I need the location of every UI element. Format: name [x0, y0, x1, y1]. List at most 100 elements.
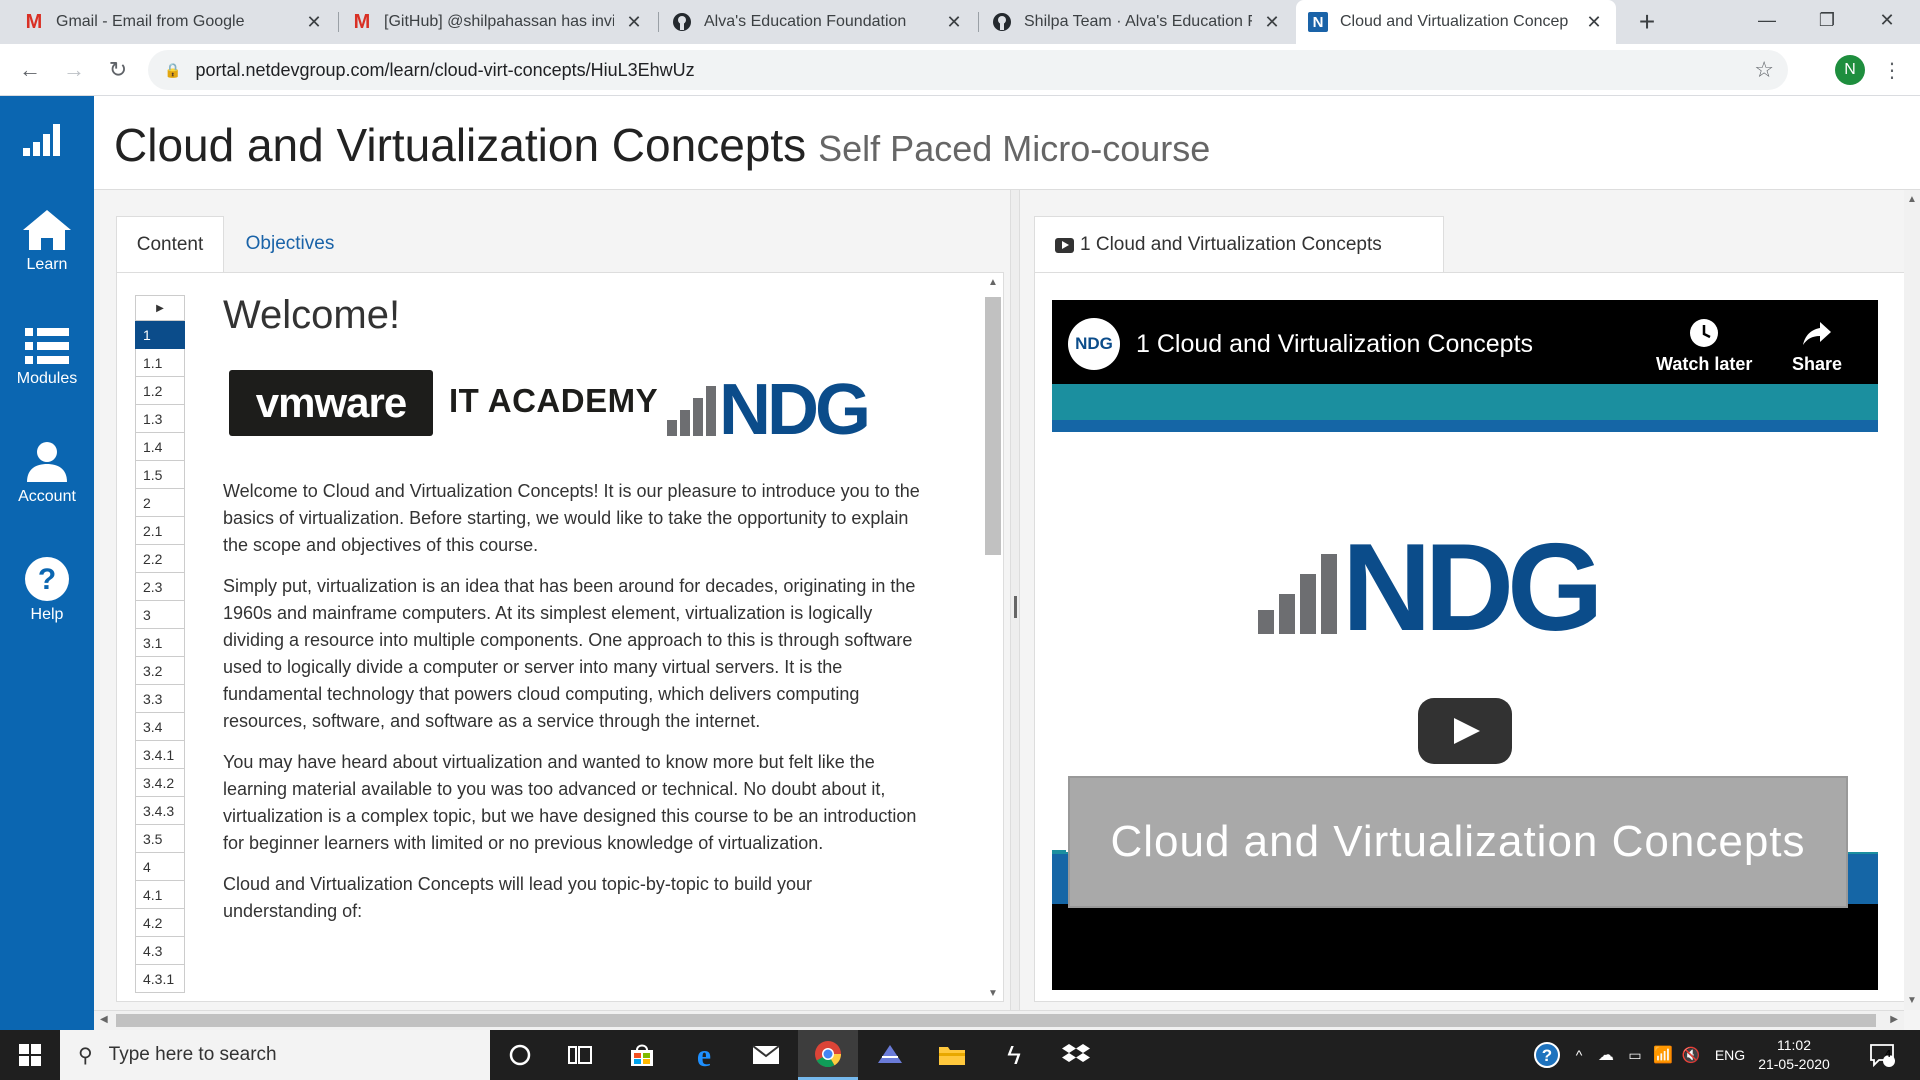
toc-item[interactable]: 3.4.3	[135, 797, 185, 825]
github-icon	[672, 12, 692, 32]
reload-button[interactable]: ↻	[102, 54, 134, 86]
sidebar-item-help[interactable]: ? Help	[0, 556, 94, 624]
sidebar-item-account[interactable]: Account	[0, 440, 94, 506]
toc-item[interactable]: 1.2	[135, 377, 185, 405]
lesson-body: ▶ 1 1.1 1.2 1.3 1.4 1.5 2 2.1 2.2 2.3 3 3.1 3.2 3.3 3.…	[116, 272, 1004, 1002]
toc-item[interactable]: 3.5	[135, 825, 185, 853]
language-indicator[interactable]: ENG	[1708, 1030, 1752, 1080]
tab-video[interactable]: 1 Cloud and Virtualization Concepts	[1034, 216, 1444, 273]
browser-tab-gmail[interactable]: M Gmail - Email from Google ✕	[12, 0, 336, 44]
sidebar-item-learn[interactable]: Learn	[0, 208, 94, 274]
forward-button[interactable]: →	[58, 54, 90, 86]
file-explorer-button[interactable]	[922, 1030, 982, 1080]
browser-tab-shilpa-team[interactable]: Shilpa Team · Alva's Education Fo ✕	[980, 0, 1294, 44]
network-icon[interactable]: 📶	[1650, 1030, 1676, 1080]
toc-item[interactable]: 4.3	[135, 937, 185, 965]
toc-item[interactable]: 4.2	[135, 909, 185, 937]
play-button[interactable]	[1418, 698, 1512, 764]
close-icon[interactable]: ✕	[1584, 12, 1604, 33]
toc-item[interactable]: 1.4	[135, 433, 185, 461]
action-center-button[interactable]: 4	[1862, 1030, 1902, 1080]
toc-item[interactable]: 2	[135, 489, 185, 517]
volume-muted-icon[interactable]: 🔇	[1678, 1030, 1704, 1080]
scroll-down-icon[interactable]: ▼	[985, 988, 1001, 999]
store-button[interactable]	[612, 1030, 672, 1080]
toc-item[interactable]: 3.3	[135, 685, 185, 713]
toc-item[interactable]: 3.2	[135, 657, 185, 685]
toc-item[interactable]: 3.4	[135, 713, 185, 741]
help-tray-button[interactable]: ?	[1530, 1030, 1564, 1080]
scroll-down-icon[interactable]: ▼	[1904, 995, 1920, 1006]
scroll-right-icon[interactable]: ▶	[1890, 1014, 1898, 1025]
lesson-scrollbar[interactable]: ▲ ▼	[983, 277, 1001, 999]
toc-item[interactable]: 4.1	[135, 881, 185, 909]
video-title[interactable]: 1 Cloud and Virtualization Concepts	[1136, 330, 1533, 359]
scroll-up-icon[interactable]: ▲	[1904, 194, 1920, 205]
browser-menu-icon[interactable]: ⋮	[1880, 54, 1904, 86]
vmware-logo: vmware	[229, 370, 433, 436]
toc-item[interactable]: 4	[135, 853, 185, 881]
cortana-button[interactable]	[490, 1030, 550, 1080]
bookmark-star-icon[interactable]: ☆	[1754, 57, 1774, 83]
close-icon[interactable]: ✕	[944, 12, 964, 33]
task-view-button[interactable]	[550, 1030, 610, 1080]
toc-toggle-button[interactable]: ▶	[135, 295, 185, 321]
close-icon[interactable]: ✕	[304, 12, 324, 33]
app-button[interactable]	[860, 1030, 920, 1080]
sidebar-item-modules[interactable]: Modules	[0, 326, 94, 388]
panel-splitter[interactable]	[1010, 190, 1020, 1010]
scrollbar-thumb[interactable]	[985, 297, 1001, 555]
minimize-button[interactable]: —	[1738, 0, 1796, 40]
toc-item[interactable]: 1.3	[135, 405, 185, 433]
channel-avatar[interactable]: NDG	[1068, 318, 1120, 370]
tab-title: Cloud and Virtualization Concep	[1340, 13, 1569, 30]
browser-tab-alvas[interactable]: Alva's Education Foundation ✕	[660, 0, 976, 44]
toc-item[interactable]: 1	[135, 321, 185, 349]
toc-item[interactable]: 3.4.2	[135, 769, 185, 797]
close-icon[interactable]: ✕	[624, 12, 644, 33]
winscp-button[interactable]: ϟ	[984, 1030, 1044, 1080]
restore-button[interactable]: ❐	[1798, 0, 1856, 40]
address-bar[interactable]: 🔒 portal.netdevgroup.com/learn/cloud-vir…	[148, 50, 1788, 90]
onedrive-tray-icon[interactable]: ☁	[1592, 1030, 1620, 1080]
share-button[interactable]: Share	[1792, 318, 1842, 375]
ndg-bars-logo-icon[interactable]	[22, 118, 62, 163]
toc-item[interactable]: 1.5	[135, 461, 185, 489]
tab-objectives[interactable]: Objectives	[230, 216, 350, 272]
toc-item[interactable]: 3.4.1	[135, 741, 185, 769]
close-icon[interactable]: ✕	[1262, 12, 1282, 33]
scroll-left-icon[interactable]: ◀	[100, 1014, 108, 1025]
toc-item[interactable]: 2.2	[135, 545, 185, 573]
dropbox-icon	[1062, 1044, 1090, 1062]
toc-item[interactable]: 2.3	[135, 573, 185, 601]
chrome-button[interactable]	[798, 1030, 858, 1080]
tab-content[interactable]: Content	[116, 216, 224, 273]
video-player[interactable]: NDG 1 Cloud and Virtualization Concepts …	[1052, 300, 1878, 990]
scroll-up-icon[interactable]: ▲	[985, 277, 1001, 288]
youtube-icon	[1055, 237, 1074, 253]
scrollbar-thumb[interactable]	[116, 1014, 1876, 1027]
close-window-button[interactable]: ✕	[1858, 0, 1916, 40]
watch-later-button[interactable]: Watch later	[1656, 318, 1752, 375]
toc-item[interactable]: 3.1	[135, 629, 185, 657]
profile-avatar[interactable]: N	[1835, 55, 1865, 85]
toc-item[interactable]: 4.3.1	[135, 965, 185, 993]
show-hidden-icons-button[interactable]: ^	[1568, 1030, 1590, 1080]
page-scrollbar[interactable]: ▲ ▼	[1904, 190, 1920, 1010]
mail-button[interactable]	[736, 1030, 796, 1080]
browser-tab-github-invite[interactable]: M [GitHub] @shilpahassan has invi ✕	[340, 0, 656, 44]
browser-tab-cloud-virt[interactable]: N Cloud and Virtualization Concep ✕	[1296, 0, 1616, 44]
taskbar-search[interactable]: ⚲ Type here to search	[60, 1030, 490, 1080]
start-button[interactable]	[0, 1030, 60, 1080]
dropbox-button[interactable]	[1046, 1030, 1106, 1080]
splitter-grip[interactable]	[1014, 596, 1017, 618]
toc-item[interactable]: 1.1	[135, 349, 185, 377]
back-button[interactable]: ←	[14, 54, 46, 86]
new-tab-button[interactable]: +	[1624, 0, 1670, 44]
battery-icon[interactable]: ▭	[1622, 1030, 1648, 1080]
toc-item[interactable]: 2.1	[135, 517, 185, 545]
edge-button[interactable]: e	[674, 1030, 734, 1080]
taskbar-clock[interactable]: 11:02 21-05-2020	[1756, 1036, 1832, 1074]
toc-item[interactable]: 3	[135, 601, 185, 629]
horizontal-scrollbar[interactable]: ◀ ▶	[94, 1010, 1904, 1030]
